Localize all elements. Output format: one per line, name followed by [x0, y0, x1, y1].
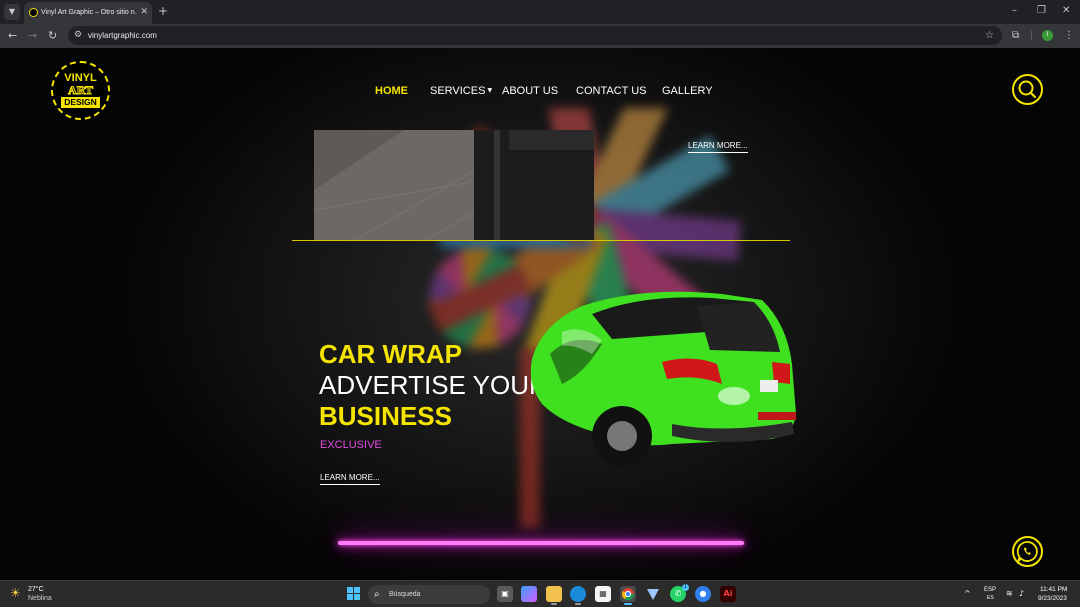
microsoft-store-icon[interactable]: ▦: [595, 586, 611, 602]
taskbar-search-box[interactable]: ⌕ Búsqueda: [368, 585, 490, 604]
learn-more-link-1[interactable]: LEARN MORE...: [688, 141, 748, 153]
browser-tab-active[interactable]: Vinyl Art Graphic – Otro sitio n… ✕: [24, 2, 152, 24]
neon-light-bar: [338, 541, 744, 545]
edge-browser-icon[interactable]: [570, 586, 586, 605]
nav-contact-us[interactable]: CONTACT US: [576, 85, 647, 97]
language-indicator[interactable]: ESP: [984, 586, 996, 594]
nav-services[interactable]: SERVICES ▼: [430, 85, 492, 97]
start-windows-icon[interactable]: [347, 587, 361, 601]
exclusive-tag: EXCLUSIVE: [320, 439, 382, 451]
site-info-icon[interactable]: ⚙: [74, 28, 82, 43]
weather-condition[interactable]: Neblina: [28, 594, 52, 603]
tab-search-button[interactable]: ▼: [4, 4, 20, 20]
search-icon: ⌕: [374, 589, 380, 600]
forward-icon[interactable]: →: [28, 28, 37, 44]
task-view-icon[interactable]: ▣: [497, 586, 513, 602]
whatsapp-button[interactable]: [1012, 536, 1043, 567]
nav-home[interactable]: HOME: [375, 85, 408, 97]
nav-about-us[interactable]: ABOUT US: [502, 85, 558, 97]
minimize-button[interactable]: –: [1012, 3, 1017, 19]
site-logo[interactable]: VINYL ART DESIGN: [51, 61, 110, 120]
nav-gallery[interactable]: GALLERY: [662, 85, 713, 97]
address-bar[interactable]: ⚙ vinylartgraphic.com ☆: [68, 26, 1002, 45]
bookmark-star-icon[interactable]: ☆: [985, 28, 994, 43]
site-favicon-icon: [29, 8, 38, 17]
reload-icon[interactable]: ↻: [48, 28, 57, 44]
headline-advertise: ADVERTISE YOUR: [319, 370, 548, 400]
new-tab-button[interactable]: +: [158, 4, 168, 18]
web-page: VINYL ART DESIGN HOME SERVICES ▼ ABOUT US…: [0, 48, 1080, 580]
keyboard-layout[interactable]: ES: [987, 595, 994, 602]
caret-down-icon: ▼: [487, 87, 493, 94]
section-divider: [292, 240, 790, 241]
restore-button[interactable]: ❐: [1037, 3, 1046, 19]
back-icon[interactable]: ←: [8, 28, 17, 44]
weather-temperature[interactable]: 27°C: [28, 585, 44, 594]
clock-time[interactable]: 11:41 PM: [1040, 586, 1067, 594]
adobe-illustrator-icon[interactable]: Ai: [720, 586, 736, 602]
logo-line-3: DESIGN: [61, 97, 100, 108]
copilot-icon[interactable]: [521, 586, 537, 602]
taskbar-search-placeholder: Búsqueda: [389, 591, 421, 598]
learn-more-link-2[interactable]: LEARN MORE...: [320, 473, 380, 485]
whatsapp-notification-badge: 1: [682, 584, 689, 591]
weather-sun-cloud-icon[interactable]: ☀: [10, 586, 21, 600]
slide-image-interior: [314, 130, 594, 241]
file-explorer-icon[interactable]: [546, 586, 562, 605]
wrapped-car-image: [530, 291, 796, 466]
search-icon: [1018, 80, 1037, 99]
logo-line-2: ART: [68, 83, 94, 97]
show-hidden-icons-chevron-icon[interactable]: ^: [964, 588, 971, 600]
headline-business: BUSINESS: [319, 401, 452, 431]
close-window-button[interactable]: ✕: [1062, 3, 1070, 19]
browser-menu-icon[interactable]: ⋮: [1064, 28, 1074, 44]
browser-tab-strip: ▼ Vinyl Art Graphic – Otro sitio n… ✕ + …: [0, 0, 1080, 24]
headline-car-wrap: CAR WRAP: [319, 339, 462, 369]
windows-taskbar: ☀ 27°C Neblina ⌕ Búsqueda ▣ ▦ ✆ 1 ● Ai ^…: [0, 580, 1080, 607]
profile-avatar[interactable]: I: [1042, 30, 1053, 41]
tab-title: Vinyl Art Graphic – Otro sitio n…: [41, 9, 137, 16]
clock-date[interactable]: 9/23/2023: [1038, 595, 1067, 603]
divider-icon: |: [1030, 30, 1034, 41]
url-text[interactable]: vinylartgraphic.com: [88, 29, 157, 42]
whatsapp-icon: [1016, 541, 1038, 564]
extensions-icon[interactable]: ⧉: [1012, 28, 1019, 44]
search-button[interactable]: [1012, 74, 1043, 105]
nav-services-label: SERVICES: [430, 85, 486, 97]
vpn-shield-icon[interactable]: [645, 586, 661, 602]
chrome-icon[interactable]: [620, 586, 636, 605]
speaker-icon[interactable]: ♪: [1019, 588, 1024, 600]
browser-toolbar: ← → ↻ ⚙ vinylartgraphic.com ☆ ⧉ | I ⋮: [0, 24, 1080, 48]
app-globe-icon[interactable]: ●: [695, 586, 711, 602]
wifi-icon[interactable]: ≋: [1006, 588, 1013, 600]
tab-close-icon[interactable]: ✕: [140, 6, 148, 18]
